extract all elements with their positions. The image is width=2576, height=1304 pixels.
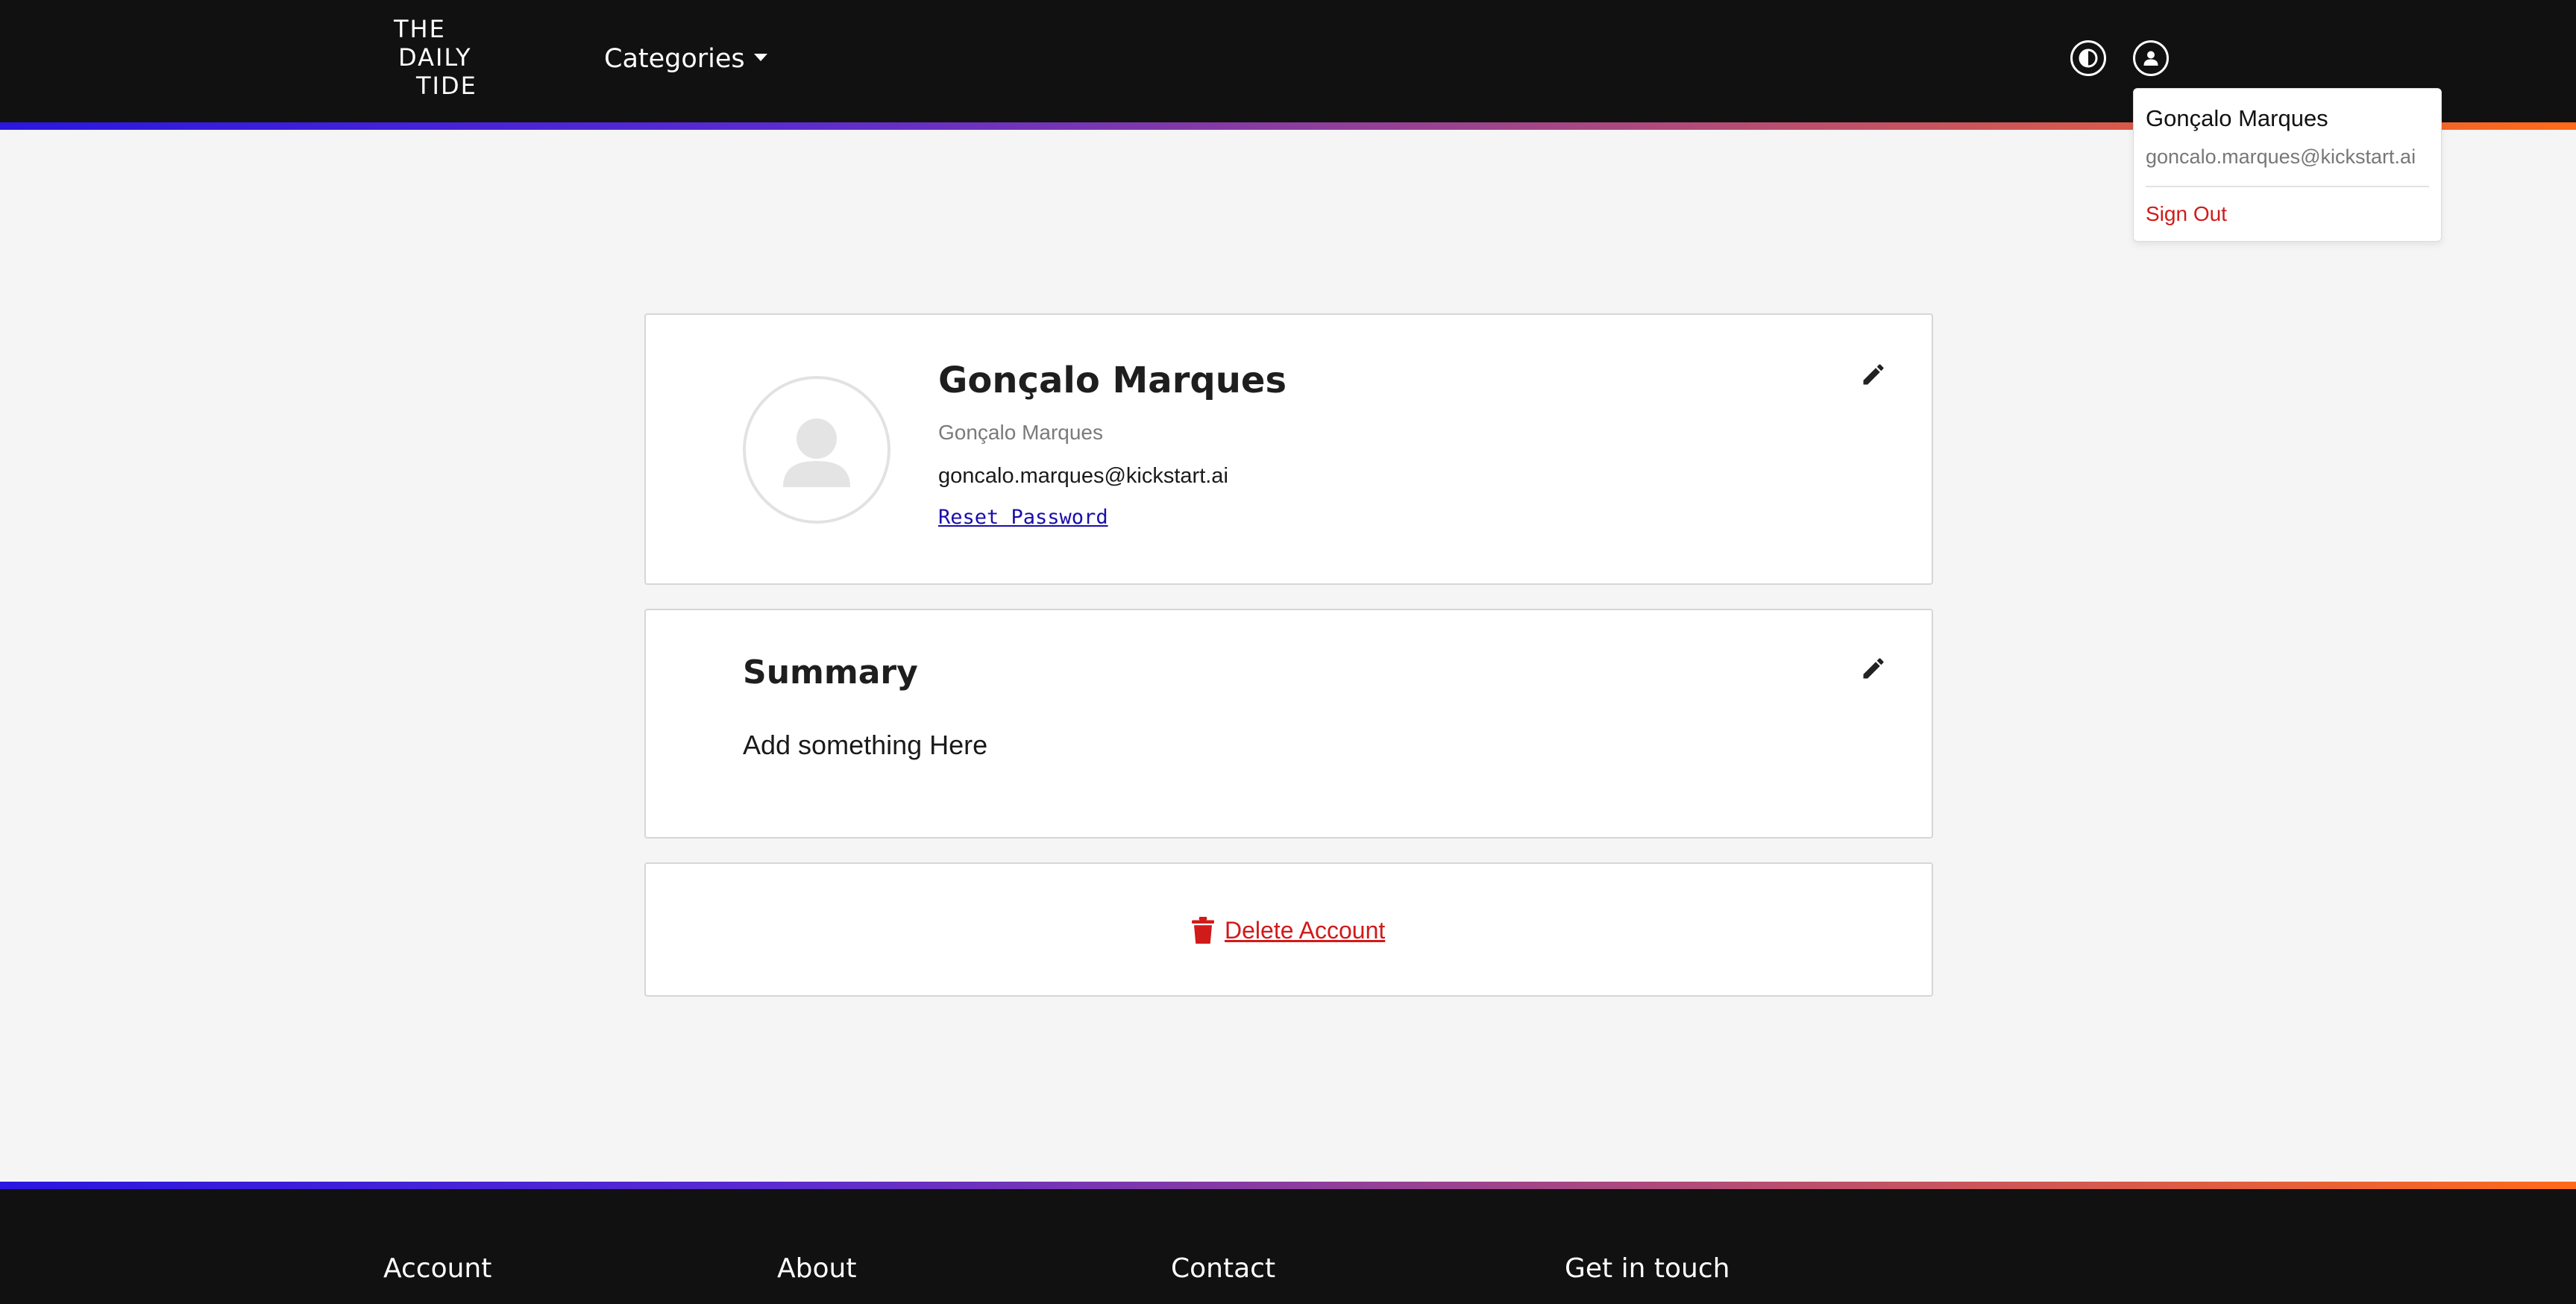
logo-line-3: TIDE	[416, 72, 477, 100]
avatar	[743, 376, 890, 524]
user-icon	[2143, 51, 2158, 66]
theme-toggle-button[interactable]	[2070, 40, 2106, 76]
summary-heading: Summary	[743, 653, 918, 692]
logo-line-2: DAILY	[398, 43, 472, 72]
dropdown-user-name: Gonçalo Marques	[2146, 105, 2328, 131]
sign-out-link[interactable]: Sign Out	[2146, 202, 2227, 226]
dropdown-user-email: goncalo.marques@kickstart.ai	[2146, 145, 2416, 168]
site-footer: Account About Contact Get in touch	[0, 1182, 2576, 1304]
profile-card: Gonçalo Marques Gonçalo Marques goncalo.…	[644, 313, 1933, 585]
profile-email: goncalo.marques@kickstart.ai	[938, 464, 1228, 488]
edit-profile-button[interactable]	[1859, 360, 1888, 389]
summary-card: Summary Add something Here	[644, 609, 1933, 838]
logo-line-1: THE	[394, 15, 446, 43]
pencil-icon	[1863, 364, 1884, 385]
caret-down-icon	[753, 54, 767, 61]
trash-icon	[1192, 917, 1214, 944]
edit-summary-button[interactable]	[1859, 653, 1888, 683]
delete-account-label: Delete Account	[1225, 916, 1386, 944]
site-logo[interactable]: THE DAILY TIDE	[389, 15, 486, 100]
delete-account-button[interactable]: Delete Account	[1192, 910, 1385, 950]
user-dropdown-menu: Gonçalo Marques goncalo.marques@kickstar…	[2133, 88, 2442, 242]
user-placeholder-icon	[783, 419, 850, 487]
footer-heading-account: Account	[383, 1253, 492, 1284]
categories-label: Categories	[604, 44, 745, 74]
footer-heading-get-in-touch: Get in touch	[1565, 1253, 1730, 1284]
profile-display-name: Gonçalo Marques	[938, 360, 1287, 401]
summary-text: Add something Here	[743, 730, 988, 760]
footer-gradient-divider	[0, 1182, 2576, 1189]
categories-dropdown-toggle[interactable]: Categories	[604, 40, 767, 78]
footer-heading-about: About	[777, 1253, 857, 1284]
reset-password-link[interactable]: Reset Password	[938, 506, 1108, 529]
dropdown-divider	[2146, 186, 2429, 187]
footer-heading-contact: Contact	[1171, 1253, 1276, 1284]
contrast-icon	[2079, 48, 2098, 68]
user-menu-button[interactable]	[2133, 40, 2169, 76]
delete-account-card: Delete Account	[644, 862, 1933, 997]
pencil-icon	[1863, 658, 1884, 679]
profile-username: Gonçalo Marques	[938, 421, 1104, 444]
